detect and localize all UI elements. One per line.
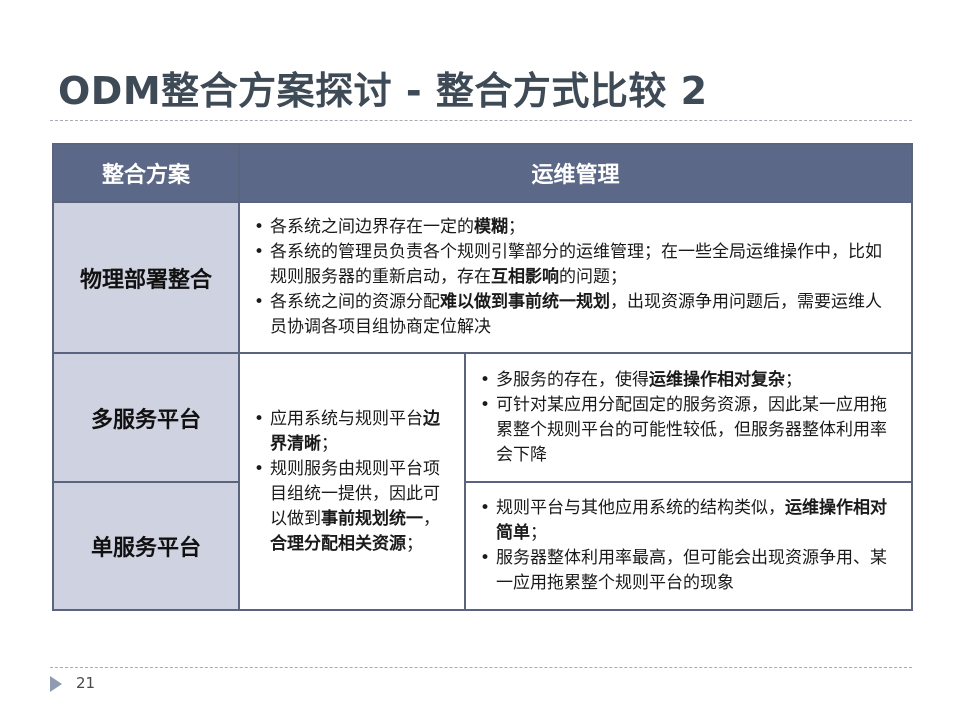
footer-divider: [50, 667, 912, 668]
shared-boundary-cell: 应用系统与规则平台边界清晰；规则服务由规则平台项目组统一提供，因此可以做到事前规…: [238, 352, 466, 611]
bullet-text: 的问题；: [559, 267, 627, 287]
comparison-table: 整合方案 运维管理 物理部署整合 各系统之间边界存在一定的模糊；各系统的管理员负…: [52, 143, 914, 611]
title-divider: [50, 120, 912, 121]
emphasis-text: 互相影响: [491, 267, 559, 287]
header-ops-management: 运维管理: [237, 143, 914, 203]
play-arrow-icon: [50, 676, 62, 692]
header-scheme: 整合方案: [52, 143, 240, 203]
bullet-item: 各系统之间的资源分配难以做到事前统一规划，出现资源争用问题后，需要运维人员协调各…: [252, 290, 897, 340]
bullet-text: 各系统之间的资源分配: [270, 292, 440, 312]
multi-service-platform-cell: 多服务的存在，使得运维操作相对复杂；可针对某应用分配固定的服务资源，因此某一应用…: [463, 352, 914, 483]
row-label-multi-service-platform: 多服务平台: [52, 352, 240, 483]
bullet-list: 各系统之间边界存在一定的模糊；各系统的管理员负责各个规则引擎部分的运维管理；在一…: [240, 209, 911, 346]
bullet-item: 服务器整体利用率最高，但可能会出现资源争用、某一应用拖累整个规则平台的现象: [478, 546, 897, 596]
table-row: 多服务平台 应用系统与规则平台边界清晰；规则服务由规则平台项目组统一提供，因此可…: [52, 352, 914, 611]
bullet-text: ，: [423, 508, 440, 529]
emphasis-text: 运维操作相对复杂: [649, 369, 785, 390]
page-number: 21: [76, 674, 96, 692]
emphasis-text: 事前规划统一: [321, 508, 423, 529]
bullet-item: 可针对某应用分配固定的服务资源，因此某一应用拖累整个规则平台的可能性较低，但服务…: [478, 393, 897, 468]
single-service-platform-cell: 规则平台与其他应用系统的结构类似，运维操作相对简单；服务器整体利用率最高，但可能…: [463, 481, 914, 611]
bullet-list: 规则平台与其他应用系统的结构类似，运维操作相对简单；服务器整体利用率最高，但可能…: [466, 490, 911, 602]
bullet-text: ；: [508, 217, 525, 237]
bullet-text: ；: [406, 533, 423, 554]
bullet-item: 多服务的存在，使得运维操作相对复杂；: [478, 368, 897, 393]
bullet-list: 应用系统与规则平台边界清晰；规则服务由规则平台项目组统一提供，因此可以做到事前规…: [240, 401, 464, 563]
bullet-text: 各系统之间边界存在一定的: [270, 217, 474, 237]
bullet-item: 规则服务由规则平台项目组统一提供，因此可以做到事前规划统一，合理分配相关资源；: [252, 457, 450, 557]
emphasis-text: 模糊: [474, 217, 508, 237]
bullet-text: 多服务的存在，使得: [496, 369, 649, 390]
emphasis-text: 合理分配相关资源: [270, 533, 406, 554]
bullet-item: 应用系统与规则平台边界清晰；: [252, 407, 450, 457]
physical-deployment-cell: 各系统之间边界存在一定的模糊；各系统的管理员负责各个规则引擎部分的运维管理；在一…: [237, 201, 914, 354]
bullet-item: 规则平台与其他应用系统的结构类似，运维操作相对简单；: [478, 496, 897, 546]
emphasis-text: 难以做到事前统一规划: [440, 292, 610, 312]
bullet-text: 应用系统与规则平台: [270, 408, 423, 429]
bullet-text: 可针对某应用分配固定的服务资源，因此某一应用拖累整个规则平台的可能性较低，但服务…: [496, 394, 887, 465]
bullet-text: ；: [530, 523, 547, 543]
row-label-single-service-platform: 单服务平台: [52, 481, 240, 611]
bullet-text: 服务器整体利用率最高，但可能会出现资源争用、某一应用拖累整个规则平台的现象: [496, 548, 887, 593]
table-row: 物理部署整合 各系统之间边界存在一定的模糊；各系统的管理员负责各个规则引擎部分的…: [52, 201, 914, 354]
table-header-row: 整合方案 运维管理: [52, 143, 914, 203]
bullet-item: 各系统的管理员负责各个规则引擎部分的运维管理；在一些全局运维操作中，比如规则服务…: [252, 240, 897, 290]
bullet-text: ；: [785, 369, 802, 390]
table-row: 单服务平台 规则平台与其他应用系统的结构类似，运维操作相对简单；服务器整体利用率…: [52, 481, 914, 611]
bullet-list: 多服务的存在，使得运维操作相对复杂；可针对某应用分配固定的服务资源，因此某一应用…: [466, 362, 911, 474]
bullet-text: 规则平台与其他应用系统的结构类似，: [496, 498, 785, 518]
bullet-text: ；: [321, 433, 338, 454]
row-label-physical-deployment: 物理部署整合: [52, 201, 240, 354]
bullet-item: 各系统之间边界存在一定的模糊；: [252, 215, 897, 240]
slide-title: ODM整合方案探讨 - 整合方式比较 2: [58, 69, 708, 113]
